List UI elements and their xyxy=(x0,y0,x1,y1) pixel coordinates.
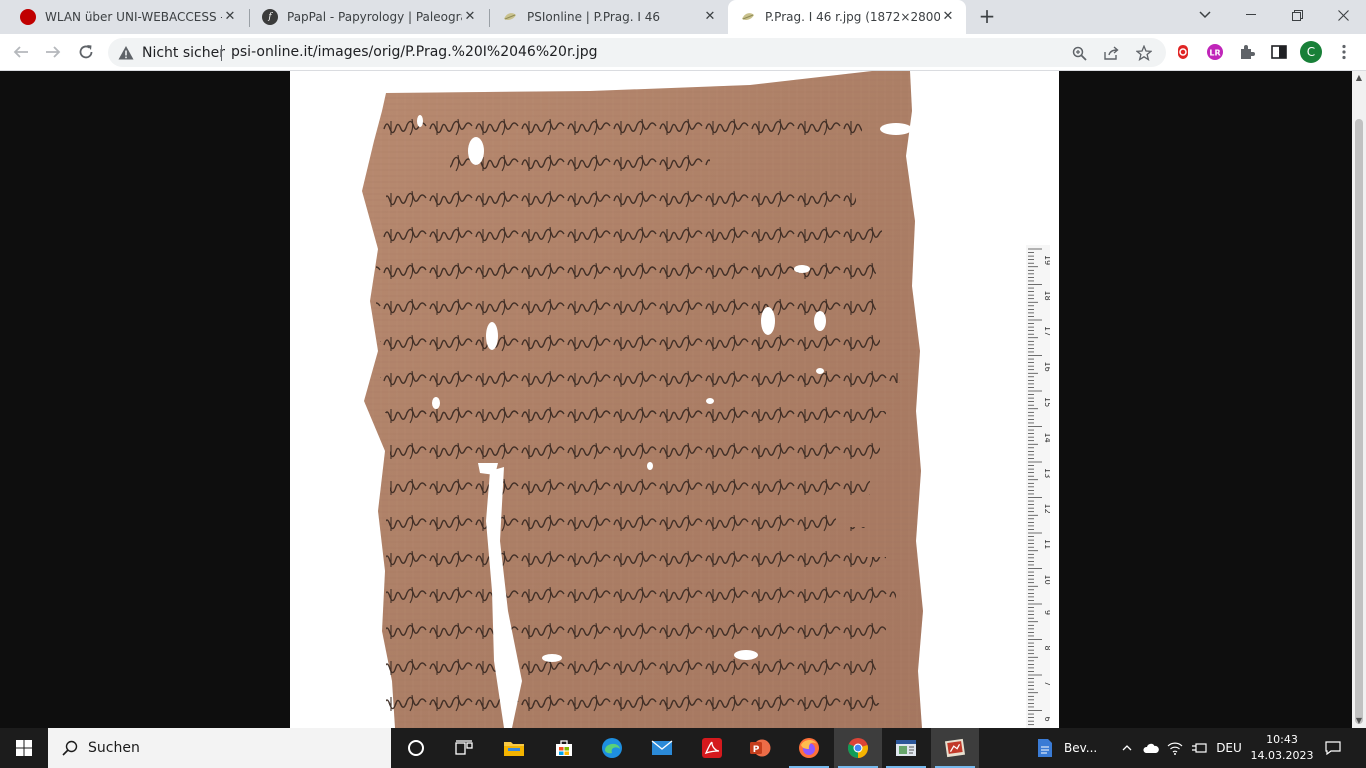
cortana-icon[interactable] xyxy=(392,728,440,768)
tray-app-label: Bev... xyxy=(1064,741,1098,755)
close-window-icon[interactable] xyxy=(1320,0,1366,30)
clock-time: 10:43 xyxy=(1266,733,1298,746)
url-text[interactable]: psi-online.it/images/orig/P.Prag.%20I%20… xyxy=(231,38,598,67)
tab-pappal[interactable]: 𝑓 PapPal - Papyrology | Paleograph ✕ xyxy=(250,0,488,34)
close-icon[interactable]: ✕ xyxy=(940,9,956,25)
browser-tab-strip: WLAN über UNI-WEBACCESS - U ✕ 𝑓 PapPal -… xyxy=(0,0,1366,34)
scrollbar-thumb[interactable] xyxy=(1355,119,1363,724)
forward-arrow-icon[interactable] xyxy=(40,39,66,65)
acrobat-icon[interactable] xyxy=(688,728,736,768)
task-view-icon[interactable] xyxy=(440,728,488,768)
omnibox-divider xyxy=(221,45,222,61)
minimize-icon[interactable] xyxy=(1228,0,1274,30)
restore-icon[interactable] xyxy=(1274,0,1320,30)
ruler-label: 9 xyxy=(1043,610,1050,615)
share-icon[interactable] xyxy=(1101,42,1123,64)
close-icon[interactable]: ✕ xyxy=(702,9,718,25)
psi-leaf-icon xyxy=(502,9,518,25)
document-app-icon xyxy=(1038,739,1052,757)
wifi-icon[interactable] xyxy=(1164,728,1186,768)
ruler-label: 17 xyxy=(1043,326,1050,336)
image-viewer-icon[interactable] xyxy=(931,728,979,768)
extensions-puzzle-icon[interactable] xyxy=(1235,40,1259,64)
firefox-icon[interactable] xyxy=(785,728,833,768)
scroll-down-arrow-icon[interactable]: ▼ xyxy=(1352,714,1366,728)
ruler-label: 19 xyxy=(1043,255,1050,265)
powerpoint-icon[interactable]: P xyxy=(736,728,784,768)
windows-logo-icon xyxy=(16,740,32,756)
new-tab-button[interactable]: + xyxy=(976,6,998,28)
tray-app-button[interactable]: Bev... xyxy=(1036,728,1110,768)
input-language-indicator[interactable]: DEU xyxy=(1212,728,1246,768)
tab-wlan-webaccess[interactable]: WLAN über UNI-WEBACCESS - U ✕ xyxy=(8,0,248,34)
word-window-icon[interactable] xyxy=(882,728,930,768)
scroll-up-arrow-icon[interactable]: ▲ xyxy=(1352,71,1366,85)
papyrus-photo xyxy=(362,71,923,728)
ruler-label: 15 xyxy=(1043,397,1050,407)
start-button[interactable] xyxy=(0,728,48,768)
cloud-icon[interactable] xyxy=(1140,728,1162,768)
ruler-label: 7 xyxy=(1043,681,1050,686)
ruler-label: 16 xyxy=(1043,362,1050,372)
ruler-label: 18 xyxy=(1043,291,1050,301)
tab-title: PapPal - Papyrology | Paleograph xyxy=(287,10,462,24)
windows-taskbar: Suchen P Bev... DEU 10:43 14.03.2023 xyxy=(0,728,1366,768)
warning-triangle-icon xyxy=(118,45,134,59)
tab-title: WLAN über UNI-WEBACCESS - U xyxy=(45,10,222,24)
ruler-label: 10 xyxy=(1043,575,1050,585)
back-arrow-icon[interactable] xyxy=(8,39,34,65)
tab-image-active[interactable]: P.Prag. I 46 r.jpg (1872×2800) ✕ xyxy=(728,0,966,34)
measuring-ruler: 19 18 17 16 15 14 13 12 11 10 9 8 7 6 xyxy=(1026,245,1052,728)
lr-extension-icon[interactable]: LR xyxy=(1203,40,1227,64)
svg-text:P: P xyxy=(753,745,760,755)
ruler-label: 12 xyxy=(1043,504,1050,514)
taskbar-clock[interactable]: 10:43 14.03.2023 xyxy=(1250,732,1314,764)
profile-avatar[interactable]: C xyxy=(1300,41,1322,63)
ruler-label: 6 xyxy=(1043,717,1050,722)
taskbar-search-input[interactable]: Suchen xyxy=(48,728,391,768)
tab-title: PSIonline | P.Prag. I 46 xyxy=(527,10,661,24)
papyrus-image[interactable]: 19 18 17 16 15 14 13 12 11 10 9 8 7 6 xyxy=(290,71,1059,728)
ruler-label: 8 xyxy=(1043,646,1050,651)
pappal-logo-icon: 𝑓 xyxy=(262,9,278,25)
menu-kebab-icon[interactable] xyxy=(1332,40,1356,64)
adblock-extension-icon[interactable] xyxy=(1171,40,1195,64)
ruler-label: 11 xyxy=(1043,539,1050,549)
zoom-icon[interactable] xyxy=(1068,42,1090,64)
close-icon[interactable]: ✕ xyxy=(462,9,478,25)
file-explorer-icon[interactable] xyxy=(490,728,538,768)
mail-icon[interactable] xyxy=(638,728,686,768)
reload-icon[interactable] xyxy=(73,39,99,65)
side-panel-icon[interactable] xyxy=(1267,40,1291,64)
search-icon xyxy=(62,740,78,756)
psi-leaf-icon xyxy=(740,9,756,25)
ruler-label: 14 xyxy=(1043,433,1050,443)
svg-text:LR: LR xyxy=(1209,49,1220,58)
bookmark-star-icon[interactable] xyxy=(1133,42,1155,64)
security-label: Nicht sicher xyxy=(142,44,225,61)
notification-center-icon[interactable] xyxy=(1318,728,1348,768)
microsoft-store-icon[interactable] xyxy=(540,728,588,768)
clock-date: 14.03.2023 xyxy=(1250,749,1314,762)
chrome-icon[interactable] xyxy=(834,728,882,768)
ruler-label: 13 xyxy=(1043,468,1050,478)
security-chip[interactable]: Nicht sicher xyxy=(118,38,225,67)
search-placeholder: Suchen xyxy=(88,740,140,756)
vertical-scrollbar[interactable]: ▲ ▼ xyxy=(1352,71,1366,728)
tab-title: P.Prag. I 46 r.jpg (1872×2800) xyxy=(765,10,940,24)
show-hidden-icons-chevron-icon[interactable] xyxy=(1118,728,1136,768)
page-viewport: 19 18 17 16 15 14 13 12 11 10 9 8 7 6 xyxy=(0,71,1352,728)
address-bar[interactable]: Nicht sicher psi-online.it/images/orig/P… xyxy=(108,38,1166,67)
tab-psionline[interactable]: PSIonline | P.Prag. I 46 ✕ xyxy=(490,0,728,34)
ruler-ticks: 19 18 17 16 15 14 13 12 11 10 9 8 7 6 xyxy=(1026,245,1052,728)
tab-search-chevron-icon[interactable] xyxy=(1182,0,1228,30)
power-plug-icon[interactable] xyxy=(1188,728,1210,768)
edge-icon[interactable] xyxy=(588,728,636,768)
red-circle-icon xyxy=(20,9,36,25)
browser-toolbar: Nicht sicher psi-online.it/images/orig/P… xyxy=(0,34,1366,71)
close-icon[interactable]: ✕ xyxy=(222,9,238,25)
greek-script-lines xyxy=(376,107,900,728)
